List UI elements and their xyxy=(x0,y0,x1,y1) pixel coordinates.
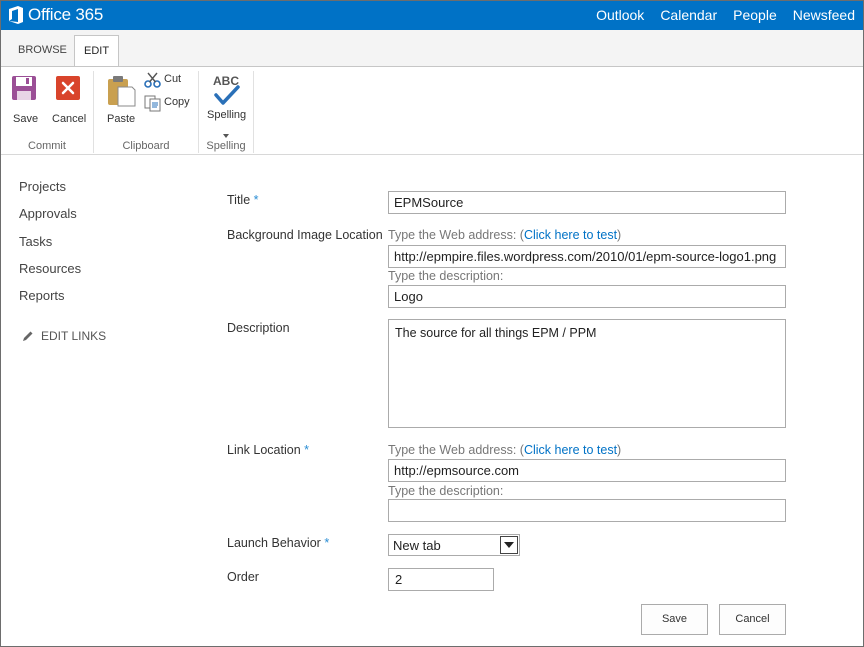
copy-icon xyxy=(144,94,162,117)
nav-item-projects[interactable]: Projects xyxy=(19,179,81,206)
nav-item-approvals[interactable]: Approvals xyxy=(19,206,81,233)
paste-icon xyxy=(106,75,136,112)
link-description-input[interactable] xyxy=(388,499,786,522)
launch-behavior-value: New tab xyxy=(393,538,441,553)
cancel-label: Cancel xyxy=(52,113,87,125)
hint-text: Type the Web address: ( xyxy=(388,443,524,457)
description-textarea[interactable]: The source for all things EPM / PPM xyxy=(388,319,786,428)
description-label: Description xyxy=(227,321,290,335)
required-marker: * xyxy=(253,193,259,207)
hint-text: Type the Web address: ( xyxy=(388,228,524,242)
dropdown-arrow-icon[interactable] xyxy=(500,536,518,554)
spelling-label: Spelling xyxy=(207,109,247,121)
save-icon xyxy=(11,75,37,106)
suite-nav-outlook[interactable]: Outlook xyxy=(596,7,644,23)
save-button[interactable]: Save xyxy=(641,604,708,635)
scissors-icon xyxy=(144,71,162,94)
nav-item-tasks[interactable]: Tasks xyxy=(19,234,81,261)
ribbon-save-button[interactable]: Save xyxy=(9,73,39,125)
background-description-hint: Type the description: xyxy=(388,269,504,283)
save-label: Save xyxy=(13,113,39,125)
title-label: Title * xyxy=(227,193,259,207)
title-label-text: Title xyxy=(227,193,251,207)
launch-behavior-select[interactable]: New tab xyxy=(388,534,520,556)
spelling-icon: ABC xyxy=(210,73,244,112)
hint-close: ) xyxy=(617,228,622,242)
edit-links-label: EDIT LINKS xyxy=(41,329,107,343)
cut-label: Cut xyxy=(164,73,182,85)
background-url-hint: Type the Web address: (Click here to tes… xyxy=(388,228,621,242)
paste-label: Paste xyxy=(107,113,136,125)
ribbon-divider xyxy=(253,71,254,153)
cancel-button[interactable]: Cancel xyxy=(719,604,786,635)
test-link-location[interactable]: Click here to test xyxy=(524,443,617,457)
edit-links-button[interactable]: EDIT LINKS xyxy=(22,329,106,343)
pencil-icon xyxy=(23,331,33,341)
tab-edit[interactable]: EDIT xyxy=(74,35,120,67)
test-link-background[interactable]: Click here to test xyxy=(524,228,617,242)
group-label-spelling: Spelling xyxy=(206,140,246,152)
ribbon-cut-button[interactable]: Cut xyxy=(144,71,186,89)
sharepoint-window: Office 365 Outlook Calendar People Newsf… xyxy=(0,0,864,647)
nav-item-resources[interactable]: Resources xyxy=(19,261,81,288)
copy-label: Copy xyxy=(164,96,190,108)
spelling-icon-text: ABC xyxy=(213,74,239,88)
launch-behavior-label: Launch Behavior * xyxy=(227,536,329,550)
title-input[interactable]: EPMSource xyxy=(388,191,786,214)
brand-name: Office 365 xyxy=(28,5,104,24)
office-logo-icon xyxy=(7,5,25,25)
ribbon-paste-button[interactable]: Paste xyxy=(104,73,138,125)
suite-nav-calendar[interactable]: Calendar xyxy=(660,7,717,23)
nav-item-reports[interactable]: Reports xyxy=(19,288,81,315)
required-marker: * xyxy=(324,536,330,550)
group-label-clipboard: Clipboard xyxy=(122,140,170,152)
background-description-input[interactable]: Logo xyxy=(388,285,786,308)
ribbon-spelling-button[interactable]: ABC Spelling xyxy=(205,71,247,138)
left-nav: Projects Approvals Tasks Resources Repor… xyxy=(19,179,81,315)
suite-bar: Office 365 Outlook Calendar People Newsf… xyxy=(1,1,863,30)
cancel-icon xyxy=(56,76,80,105)
order-label: Order xyxy=(227,570,259,584)
required-marker: * xyxy=(304,443,310,457)
ribbon-cancel-button[interactable]: Cancel xyxy=(51,73,87,125)
link-location-label-text: Link Location xyxy=(227,443,301,457)
link-location-label: Link Location * xyxy=(227,443,309,457)
suite-nav-people[interactable]: People xyxy=(733,7,777,23)
background-url-input[interactable]: http://epmpire.files.wordpress.com/2010/… xyxy=(388,245,786,268)
link-url-input[interactable]: http://epmsource.com xyxy=(388,459,786,482)
office365-logo[interactable]: Office 365 xyxy=(7,5,103,25)
group-label-commit: Commit xyxy=(28,140,66,152)
background-image-label: Background Image Location xyxy=(227,228,383,242)
suite-nav-newsfeed[interactable]: Newsfeed xyxy=(793,7,855,23)
order-input[interactable]: 2 xyxy=(388,568,494,591)
ribbon-tabs: BROWSE EDIT xyxy=(1,30,863,67)
suite-nav: Outlook Calendar People Newsfeed xyxy=(596,7,863,23)
tab-browse[interactable]: BROWSE xyxy=(9,35,76,66)
link-url-hint: Type the Web address: (Click here to tes… xyxy=(388,443,621,457)
hint-close: ) xyxy=(617,443,622,457)
link-description-hint: Type the description: xyxy=(388,484,504,498)
ribbon: Save Cancel Commit Paste Cut Copy Clipbo… xyxy=(1,66,863,155)
launch-behavior-label-text: Launch Behavior xyxy=(227,536,321,550)
ribbon-copy-button[interactable]: Copy xyxy=(144,94,190,112)
